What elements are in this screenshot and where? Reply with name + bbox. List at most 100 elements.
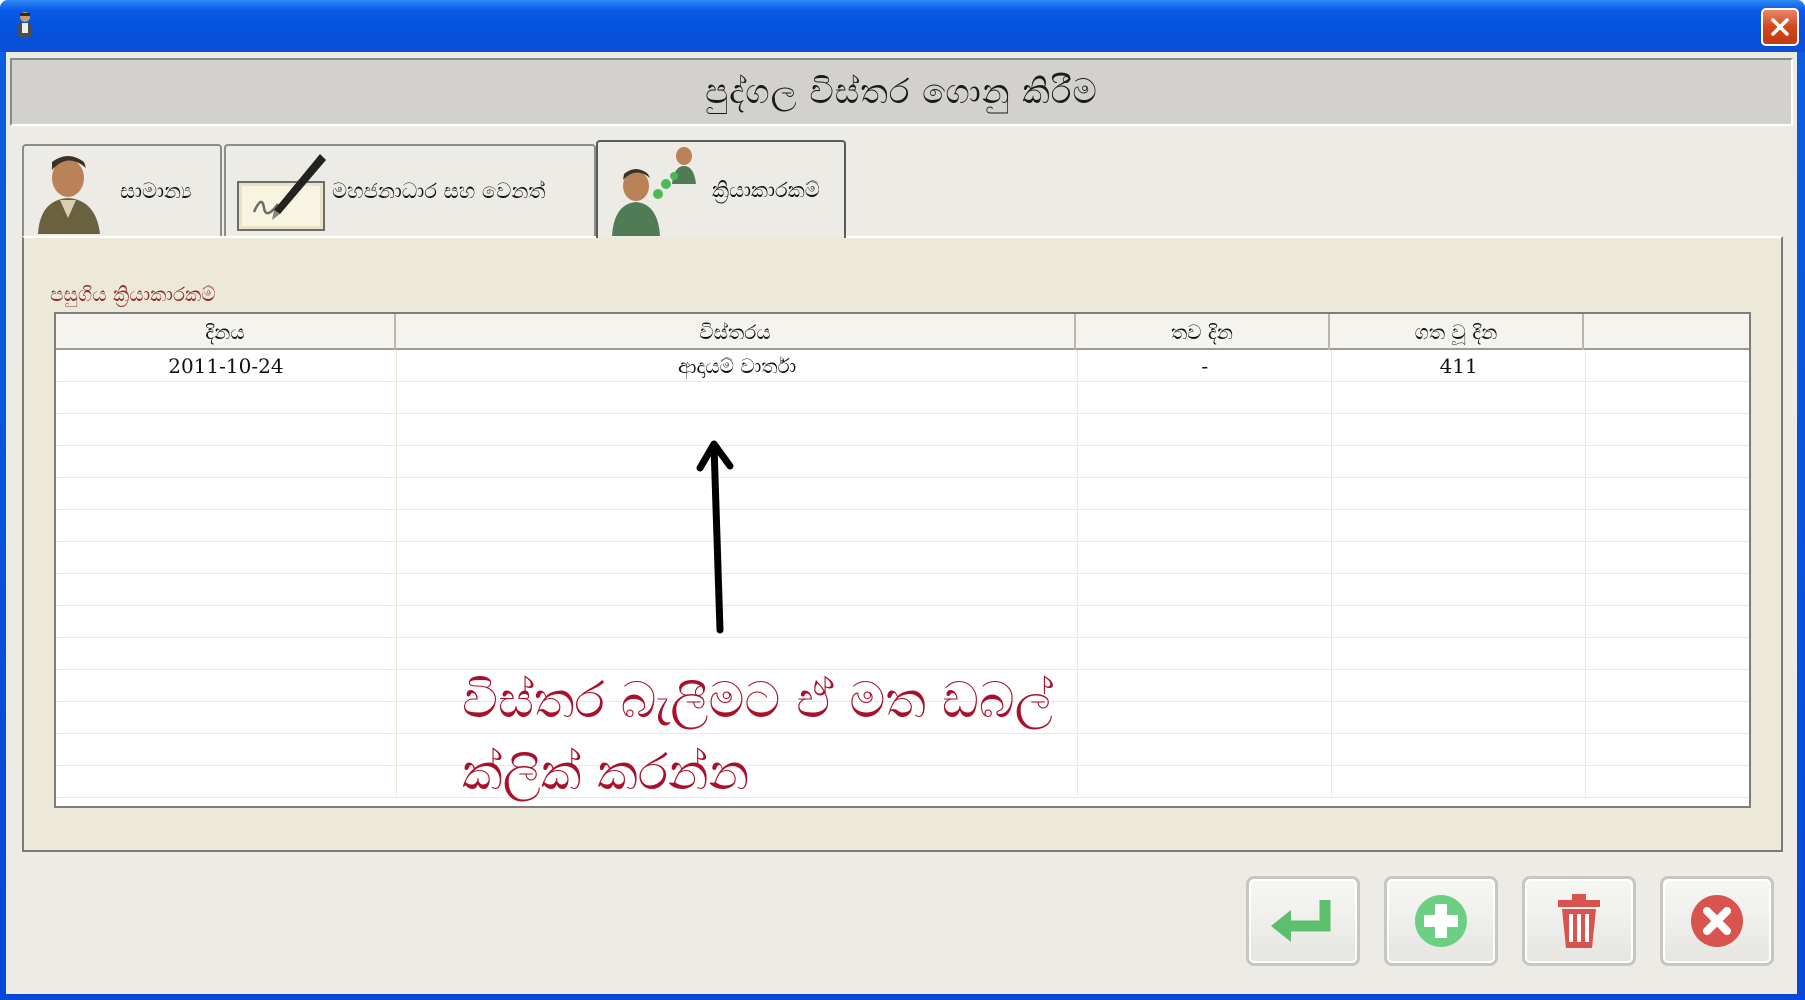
table-row-empty — [56, 478, 1749, 510]
signature-pen-icon — [237, 154, 326, 231]
cell-empty — [1586, 382, 1749, 414]
table-row[interactable]: 2011-10-24 ආදායම් වාර්තා - 411 — [56, 350, 1749, 382]
title-bar[interactable] — [0, 0, 1805, 52]
cancel-button[interactable] — [1660, 876, 1774, 966]
plus-icon — [1415, 895, 1467, 947]
cell-empty — [397, 382, 1079, 414]
cell-empty — [56, 702, 397, 734]
cell-empty — [1586, 510, 1749, 542]
tab-activities-label: ක්‍රියාකාරකම් — [712, 177, 820, 202]
tab-public-assistance-label: මහජනාධාර සහ වෙනත් — [332, 178, 546, 203]
app-person-icon — [18, 12, 32, 37]
cell-empty — [1586, 734, 1749, 766]
cell-empty — [1332, 702, 1587, 734]
cell-empty — [397, 574, 1079, 606]
cell-empty — [56, 542, 397, 574]
tab-general-label: සාමාන්‍ය — [120, 178, 192, 203]
cell-empty — [56, 510, 397, 542]
tab-activities[interactable]: ක්‍රියාකාරකම් — [596, 140, 846, 238]
annotation-arrow-icon — [696, 440, 734, 634]
enter-button[interactable] — [1246, 876, 1360, 966]
cell-remaining-days[interactable]: - — [1078, 350, 1333, 382]
cell-empty — [1586, 702, 1749, 734]
cell-empty — [1332, 606, 1587, 638]
cell-date[interactable]: 2011-10-24 — [56, 350, 397, 382]
cell-empty — [56, 766, 397, 798]
annotation-line-1: විස්තර බැලීමට ඒ මත ඩබල් — [462, 671, 1053, 729]
cell-empty — [1586, 606, 1749, 638]
column-header-description[interactable]: විස්තරය — [396, 314, 1076, 350]
close-icon — [1771, 18, 1789, 36]
cell-extra[interactable] — [1586, 350, 1749, 382]
delete-button[interactable] — [1522, 876, 1636, 966]
cell-empty — [1078, 478, 1333, 510]
cell-empty — [1078, 606, 1333, 638]
column-header-extra — [1584, 314, 1749, 350]
app-window: පුද්ගල විස්තර ගොනු කිරීම සාමාන්‍ය මහජනාධ… — [0, 0, 1805, 1000]
cell-empty — [1078, 382, 1333, 414]
table-row-empty — [56, 542, 1749, 574]
cell-empty — [397, 510, 1079, 542]
recent-activities-label: පසුගිය ක්‍රියාකාරකම් — [50, 282, 216, 306]
annotation-text: විස්තර බැලීමට ඒ මත ඩබල් ක්ලික් කරන්න — [462, 664, 1162, 808]
cell-empty — [1332, 382, 1587, 414]
cell-empty — [1332, 414, 1587, 446]
cell-empty — [397, 606, 1079, 638]
cell-empty — [56, 478, 397, 510]
cell-empty — [1332, 734, 1587, 766]
cell-empty — [1332, 670, 1587, 702]
annotation-line-2: ක්ලික් කරන්න — [462, 743, 750, 801]
window-client-area: පුද්ගල විස්තර ගොනු කිරීම සාමාන්‍ය මහජනාධ… — [6, 52, 1797, 994]
cell-empty — [1586, 542, 1749, 574]
cell-empty — [1332, 638, 1587, 670]
cell-empty — [1078, 542, 1333, 574]
cell-empty — [1332, 766, 1587, 798]
table-row-empty — [56, 382, 1749, 414]
table-row-empty — [56, 510, 1749, 542]
cell-empty — [56, 606, 397, 638]
window-close-button[interactable] — [1761, 8, 1799, 46]
trash-icon — [1558, 894, 1600, 948]
header-banner: පුද්ගල විස්තර ගොනු කිරීම — [10, 58, 1793, 126]
cell-empty — [56, 638, 397, 670]
cell-empty — [1078, 574, 1333, 606]
table-row-empty — [56, 446, 1749, 478]
cell-description[interactable]: ආදායම් වාර්තා — [397, 350, 1079, 382]
cell-empty — [1332, 542, 1587, 574]
column-header-remaining-days[interactable]: තව දින — [1076, 314, 1330, 350]
cell-empty — [397, 446, 1079, 478]
cell-empty — [1586, 766, 1749, 798]
add-button[interactable] — [1384, 876, 1498, 966]
cell-empty — [56, 382, 397, 414]
cell-empty — [56, 414, 397, 446]
cell-empty — [1586, 478, 1749, 510]
cell-empty — [56, 670, 397, 702]
people-network-icon — [612, 147, 696, 236]
cell-empty — [56, 446, 397, 478]
cell-empty — [1332, 574, 1587, 606]
table-row-empty — [56, 574, 1749, 606]
tab-public-assistance[interactable]: මහජනාධාර සහ වෙනත් — [224, 144, 596, 236]
page-title: පුද්ගල විස්තර ගොනු කිරීම — [705, 72, 1098, 112]
cell-empty — [56, 734, 397, 766]
column-header-date[interactable]: දිනය — [56, 314, 396, 350]
column-header-elapsed-days[interactable]: ගත වූ දින — [1330, 314, 1584, 350]
grid-header: දිනය විස්තරය තව දින ගත වූ දින — [56, 314, 1749, 350]
cell-empty — [1586, 414, 1749, 446]
tab-general[interactable]: සාමාන්‍ය — [22, 144, 222, 236]
cell-empty — [1586, 638, 1749, 670]
cell-empty — [1078, 510, 1333, 542]
cell-empty — [1332, 510, 1587, 542]
table-row-empty — [56, 606, 1749, 638]
cell-empty — [1078, 414, 1333, 446]
table-row-empty — [56, 414, 1749, 446]
cell-elapsed-days[interactable]: 411 — [1332, 350, 1587, 382]
cell-empty — [1586, 670, 1749, 702]
cell-empty — [1332, 446, 1587, 478]
enter-arrow-icon — [1271, 900, 1331, 942]
close-circle-icon — [1691, 895, 1743, 947]
cell-empty — [1078, 446, 1333, 478]
cell-empty — [397, 414, 1079, 446]
cell-empty — [1586, 446, 1749, 478]
cell-empty — [397, 478, 1079, 510]
